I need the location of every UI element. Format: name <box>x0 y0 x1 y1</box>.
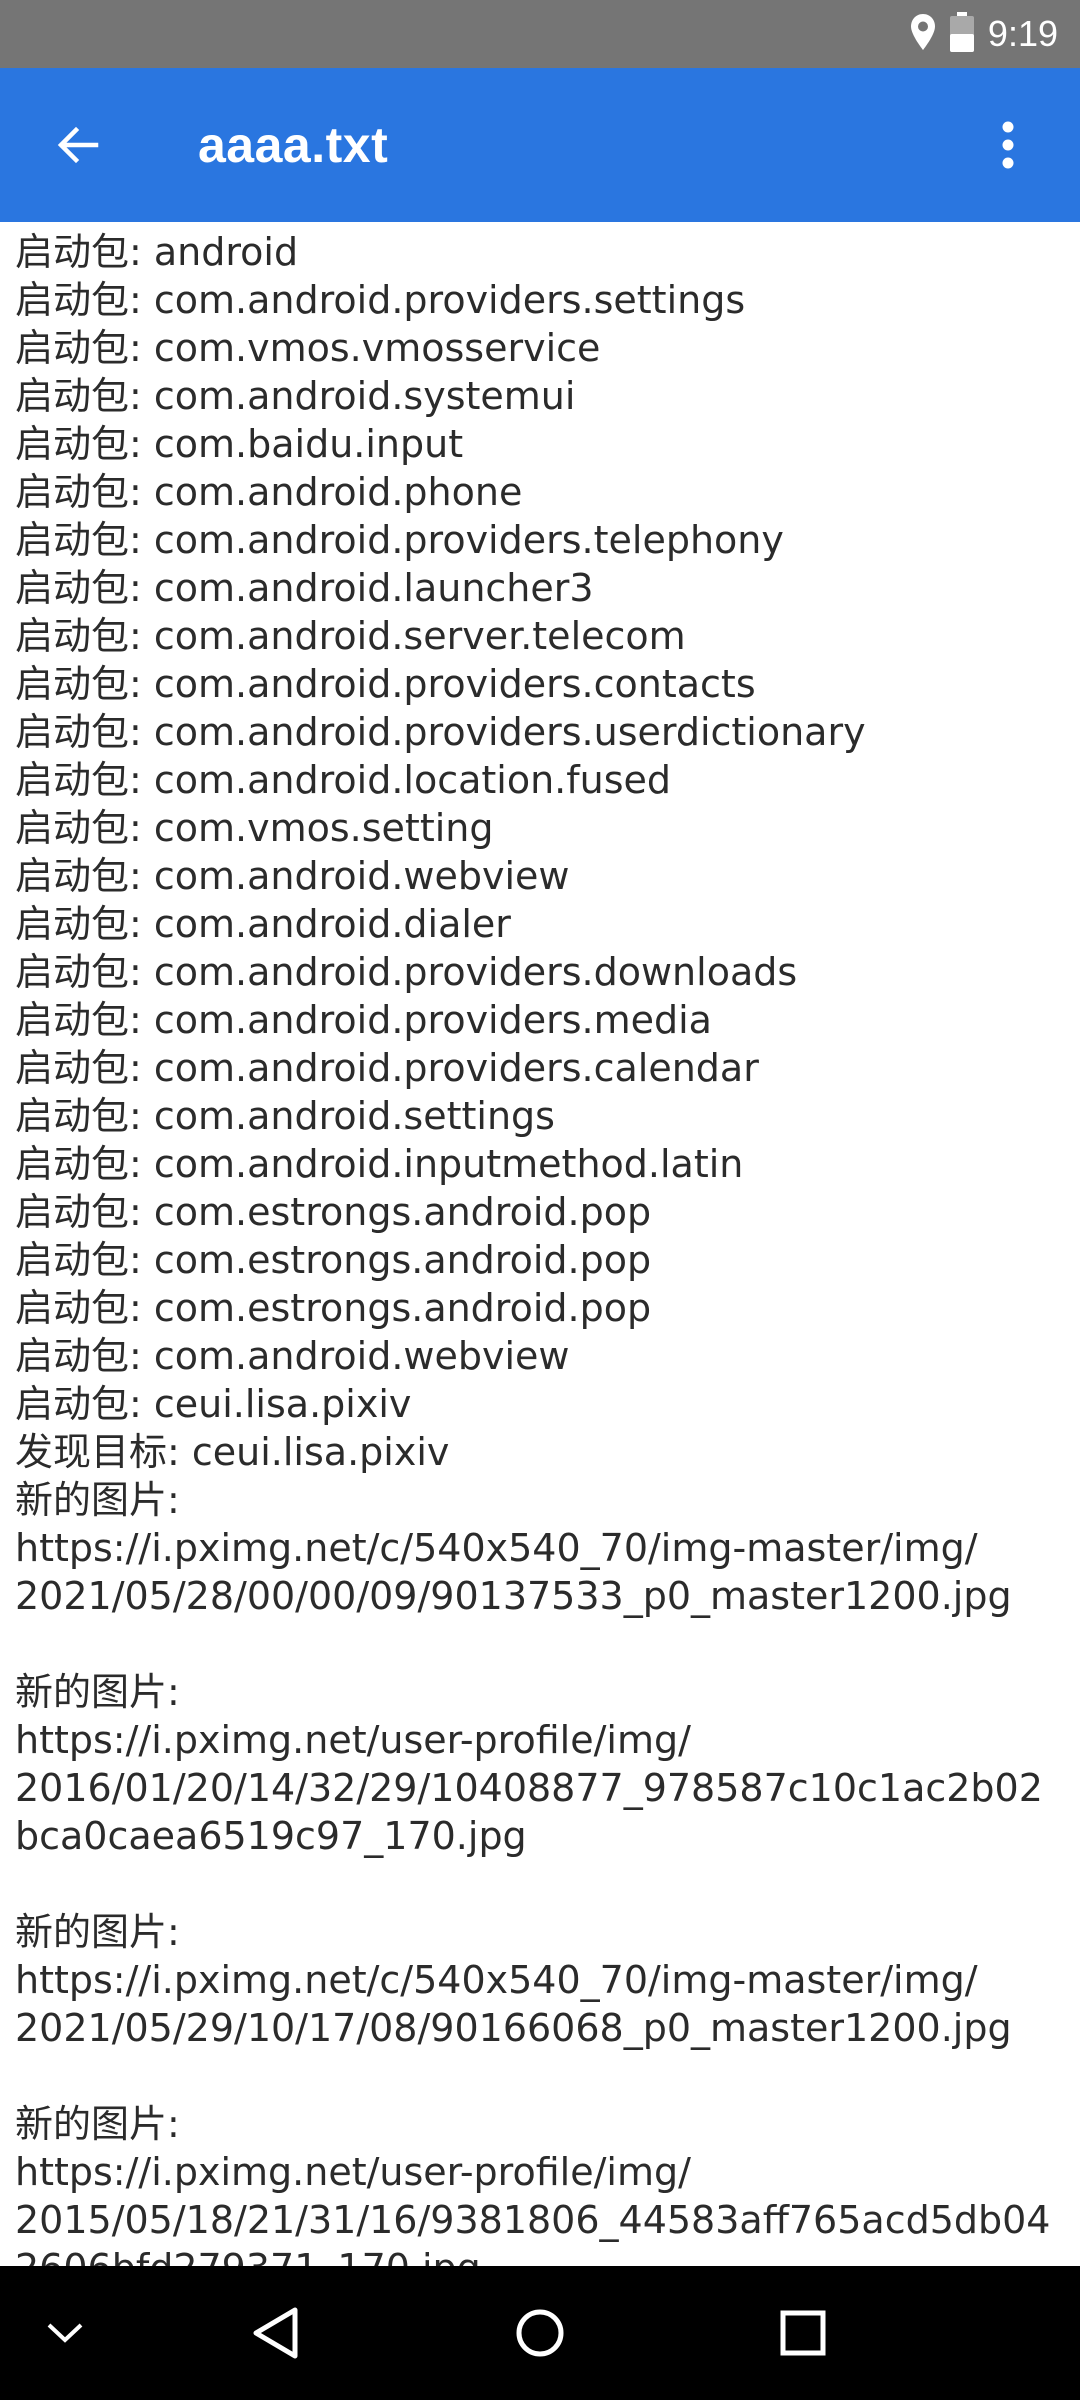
arrow-back-icon <box>57 126 99 164</box>
status-time: 9:19 <box>987 13 1058 54</box>
nav-recents-icon <box>780 2310 826 2356</box>
nav-back-button[interactable] <box>235 2293 315 2373</box>
navigation-bar <box>0 2266 1080 2400</box>
hide-keyboard-button[interactable] <box>25 2293 105 2373</box>
nav-home-icon <box>516 2309 564 2357</box>
hide-keyboard-icon <box>47 2323 83 2343</box>
document-text: 启动包: android 启动包: com.android.providers.… <box>15 230 1051 2266</box>
more-vert-icon <box>1002 121 1014 169</box>
back-button[interactable] <box>38 105 118 185</box>
document-viewer[interactable]: 启动包: android 启动包: com.android.providers.… <box>0 222 1080 2266</box>
overflow-menu-button[interactable] <box>968 105 1048 185</box>
status-bar: 9:19 <box>0 0 1080 68</box>
nav-recents-button[interactable] <box>763 2293 843 2373</box>
location-icon <box>910 13 936 56</box>
app-bar: aaaa.txt <box>0 68 1080 222</box>
page-title: aaaa.txt <box>198 117 389 173</box>
nav-back-icon <box>253 2307 298 2359</box>
nav-home-button[interactable] <box>500 2293 580 2373</box>
battery-icon <box>949 11 974 57</box>
status-icons: 9:19 <box>910 0 1058 68</box>
